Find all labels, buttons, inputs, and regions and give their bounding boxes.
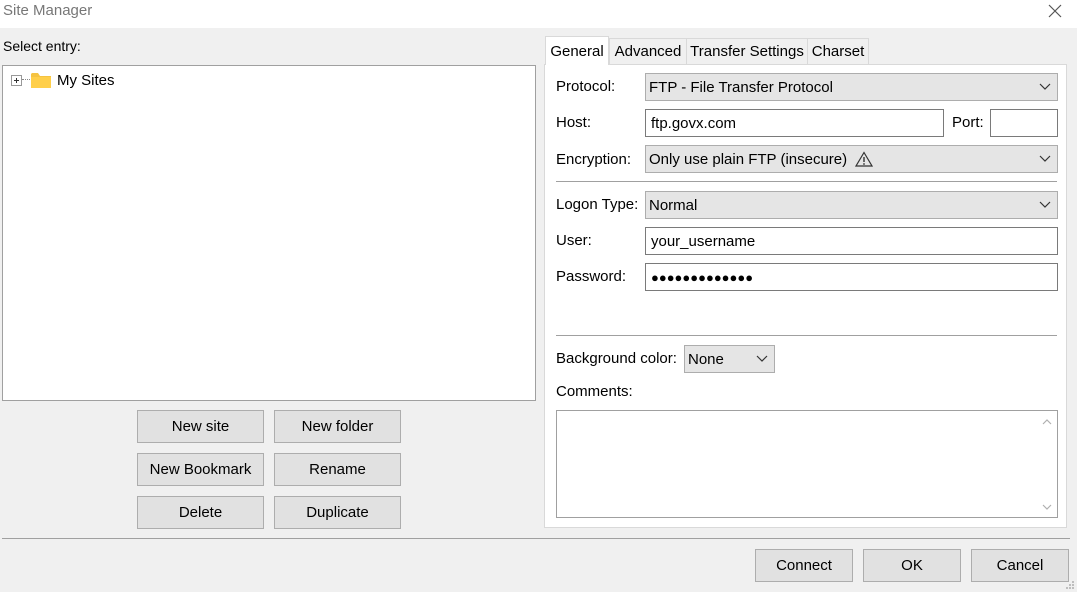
encryption-value: Only use plain FTP (insecure) — [649, 150, 848, 168]
tab-transfer-settings[interactable]: Transfer Settings — [686, 38, 808, 64]
host-input[interactable]: ftp.govx.com — [645, 109, 944, 137]
divider — [556, 181, 1057, 182]
window-title: Site Manager — [3, 2, 93, 19]
password-label: Password: — [556, 268, 627, 285]
logon-type-select[interactable]: Normal — [645, 191, 1058, 219]
ok-button[interactable]: OK — [863, 549, 961, 582]
footer-divider — [2, 538, 1070, 539]
folder-icon — [31, 73, 51, 88]
chevron-down-icon — [1039, 201, 1051, 208]
scroll-up-icon[interactable] — [1042, 418, 1052, 426]
tab-general[interactable]: General — [545, 36, 609, 65]
rename-button[interactable]: Rename — [274, 453, 401, 486]
logon-type-label: Logon Type: — [556, 196, 639, 213]
chevron-down-icon — [1039, 155, 1051, 162]
chevron-down-icon — [1039, 83, 1051, 90]
new-bookmark-button[interactable]: New Bookmark — [137, 453, 264, 486]
protocol-select[interactable]: FTP - File Transfer Protocol — [645, 73, 1058, 101]
resize-grip-icon[interactable] — [1065, 580, 1075, 590]
close-button[interactable] — [1041, 0, 1069, 22]
comments-textarea[interactable] — [556, 410, 1058, 518]
delete-button[interactable]: Delete — [137, 496, 264, 529]
tree-connector — [22, 79, 30, 81]
cancel-button[interactable]: Cancel — [971, 549, 1069, 582]
encryption-select[interactable]: Only use plain FTP (insecure) — [645, 145, 1058, 173]
title-bar: Site Manager — [0, 0, 1077, 28]
password-input[interactable]: ●●●●●●●●●●●●● — [645, 263, 1058, 291]
background-color-value: None — [688, 350, 724, 368]
encryption-label: Encryption: — [556, 151, 632, 168]
port-input[interactable] — [990, 109, 1058, 137]
scroll-down-icon[interactable] — [1042, 503, 1052, 511]
tree-item-label: My Sites — [57, 71, 115, 89]
new-folder-button[interactable]: New folder — [274, 410, 401, 443]
host-label: Host: — [556, 114, 592, 131]
expand-icon[interactable] — [11, 74, 22, 86]
port-label: Port: — [952, 114, 984, 131]
background-color-label: Background color: — [556, 350, 677, 367]
divider — [556, 335, 1057, 336]
logon-type-value: Normal — [649, 196, 698, 214]
user-label: User: — [556, 232, 592, 249]
tab-advanced[interactable]: Advanced — [609, 38, 687, 64]
tab-charset[interactable]: Charset — [807, 38, 869, 64]
duplicate-button[interactable]: Duplicate — [274, 496, 401, 529]
protocol-value: FTP - File Transfer Protocol — [649, 78, 833, 96]
warning-icon — [855, 151, 874, 167]
user-input[interactable]: your_username — [645, 227, 1058, 255]
chevron-down-icon — [756, 355, 768, 362]
protocol-label: Protocol: — [556, 78, 616, 95]
select-entry-label: Select entry: — [3, 38, 81, 54]
tree-item-my-sites[interactable]: My Sites — [11, 70, 115, 90]
comments-label: Comments: — [556, 383, 633, 400]
new-site-button[interactable]: New site — [137, 410, 264, 443]
close-icon — [1048, 4, 1062, 18]
background-color-select[interactable]: None — [684, 345, 775, 373]
site-tree[interactable]: My Sites — [2, 65, 536, 401]
connect-button[interactable]: Connect — [755, 549, 853, 582]
